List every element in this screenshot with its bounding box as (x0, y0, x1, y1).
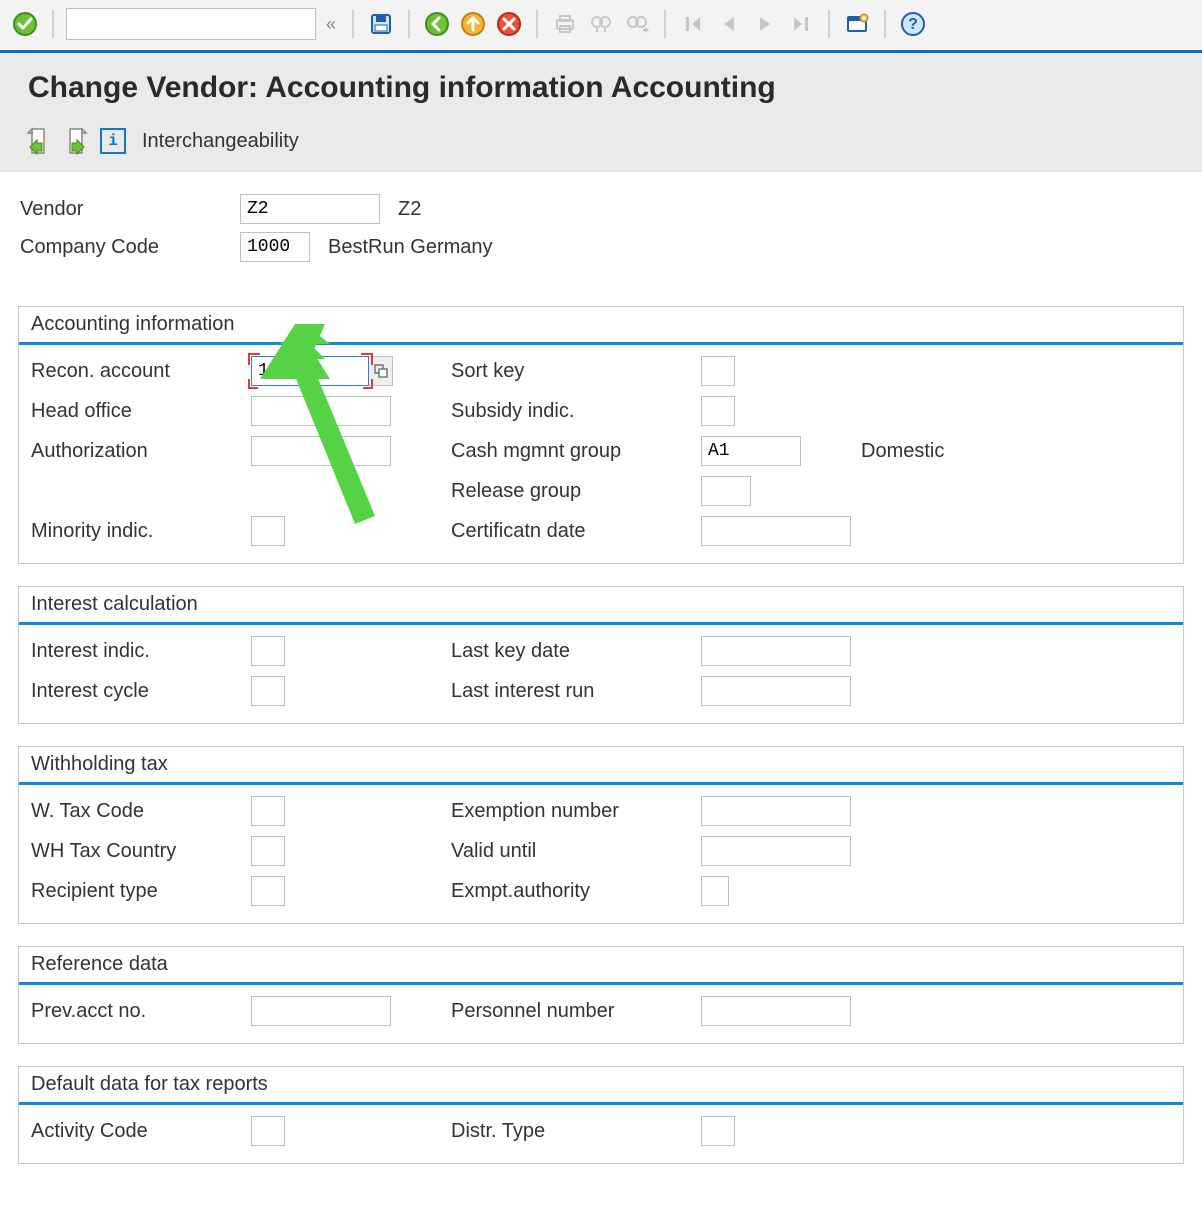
vendor-label: Vendor (20, 198, 240, 221)
section-title: Withholding tax (19, 747, 1183, 785)
subsidy-indic-label: Subsidy indic. (451, 400, 701, 423)
enter-icon[interactable] (10, 9, 40, 39)
exmpt-authority-field[interactable] (701, 876, 729, 906)
activity-code-label: Activity Code (31, 1120, 251, 1143)
interest-indic-label: Interest indic. (31, 640, 251, 663)
section-default-tax-reports: Default data for tax reports Activity Co… (18, 1066, 1184, 1164)
prev-acct-no-label: Prev.acct no. (31, 1000, 251, 1023)
cash-mgmnt-group-label: Cash mgmnt group (451, 440, 701, 463)
last-page-icon (786, 9, 816, 39)
release-group-label: Release group (451, 480, 701, 503)
print-icon (550, 9, 580, 39)
last-key-date-field[interactable] (701, 636, 851, 666)
separator (536, 10, 538, 38)
history-dropdown-icon[interactable]: « (322, 14, 340, 35)
distr-type-field[interactable] (701, 1116, 735, 1146)
next-page-icon (750, 9, 780, 39)
section-reference-data: Reference data Prev.acct no. Personnel n… (18, 946, 1184, 1044)
release-group-field[interactable] (701, 476, 751, 506)
interest-cycle-label: Interest cycle (31, 680, 251, 703)
interest-indic-field[interactable] (251, 636, 285, 666)
find-icon (586, 9, 616, 39)
section-title: Interest calculation (19, 587, 1183, 625)
personnel-number-field[interactable] (701, 996, 851, 1026)
head-office-field[interactable] (251, 396, 391, 426)
last-interest-run-label: Last interest run (451, 680, 701, 703)
company-code-text: BestRun Germany (328, 236, 493, 259)
wh-tax-country-label: WH Tax Country (31, 840, 251, 863)
help-icon[interactable]: ? (898, 9, 928, 39)
personnel-number-label: Personnel number (451, 1000, 701, 1023)
company-code-field (240, 232, 310, 262)
new-session-icon[interactable] (842, 9, 872, 39)
w-tax-code-label: W. Tax Code (31, 800, 251, 823)
recipient-type-label: Recipient type (31, 880, 251, 903)
separator (408, 10, 410, 38)
separator (828, 10, 830, 38)
section-interest-calculation: Interest calculation Interest indic. Las… (18, 586, 1184, 724)
recon-account-field[interactable] (251, 356, 369, 386)
exit-icon[interactable] (458, 9, 488, 39)
minority-indic-label: Minority indic. (31, 520, 251, 543)
recipient-type-field[interactable] (251, 876, 285, 906)
section-title: Reference data (19, 947, 1183, 985)
find-next-icon (622, 9, 652, 39)
recon-account-label: Recon. account (31, 360, 251, 383)
title-bar: Change Vendor: Accounting information Ac… (0, 53, 1202, 119)
authorization-field[interactable] (251, 436, 391, 466)
system-toolbar: « (0, 0, 1202, 53)
section-withholding-tax: Withholding tax W. Tax Code Exemption nu… (18, 746, 1184, 924)
exemption-number-field[interactable] (701, 796, 851, 826)
distr-type-label: Distr. Type (451, 1120, 701, 1143)
wh-tax-country-field[interactable] (251, 836, 285, 866)
interchangeability-button[interactable]: Interchangeability (142, 130, 299, 153)
command-input[interactable] (66, 8, 316, 40)
exmpt-authority-label: Exmpt.authority (451, 880, 701, 903)
valid-until-label: Valid until (451, 840, 701, 863)
prev-acct-no-field[interactable] (251, 996, 391, 1026)
first-page-icon (678, 9, 708, 39)
cash-mgmnt-group-text: Domestic (861, 440, 944, 463)
minority-indic-field[interactable] (251, 516, 285, 546)
w-tax-code-field[interactable] (251, 796, 285, 826)
sort-key-field[interactable] (701, 356, 735, 386)
separator (352, 10, 354, 38)
authorization-label: Authorization (31, 440, 251, 463)
svg-text:?: ? (908, 16, 918, 33)
certificatn-date-label: Certificatn date (451, 520, 701, 543)
section-accounting-information: Accounting information Recon. account So… (18, 306, 1184, 564)
exemption-number-label: Exemption number (451, 800, 701, 823)
section-title: Default data for tax reports (19, 1067, 1183, 1105)
certificatn-date-field[interactable] (701, 516, 851, 546)
separator (884, 10, 886, 38)
info-icon[interactable]: i (100, 128, 126, 154)
company-code-label: Company Code (20, 236, 240, 259)
section-title: Accounting information (19, 307, 1183, 345)
sort-key-label: Sort key (451, 360, 701, 383)
prev-page-icon (714, 9, 744, 39)
next-screen-icon[interactable] (62, 127, 90, 155)
back-icon[interactable] (422, 9, 452, 39)
separator (52, 10, 54, 38)
valid-until-field[interactable] (701, 836, 851, 866)
head-office-label: Head office (31, 400, 251, 423)
page-title: Change Vendor: Accounting information Ac… (28, 71, 1182, 105)
activity-code-field[interactable] (251, 1116, 285, 1146)
interest-cycle-field[interactable] (251, 676, 285, 706)
vendor-text: Z2 (398, 198, 421, 221)
application-toolbar: i Interchangeability (0, 119, 1202, 172)
last-key-date-label: Last key date (451, 640, 701, 663)
last-interest-run-field[interactable] (701, 676, 851, 706)
cash-mgmnt-group-field[interactable] (701, 436, 801, 466)
cancel-icon[interactable] (494, 9, 524, 39)
separator (664, 10, 666, 38)
vendor-field (240, 194, 380, 224)
subsidy-indic-field[interactable] (701, 396, 735, 426)
header-key-fields: Vendor Z2 Company Code BestRun Germany (0, 172, 1202, 274)
prev-screen-icon[interactable] (24, 127, 52, 155)
save-icon[interactable] (366, 9, 396, 39)
